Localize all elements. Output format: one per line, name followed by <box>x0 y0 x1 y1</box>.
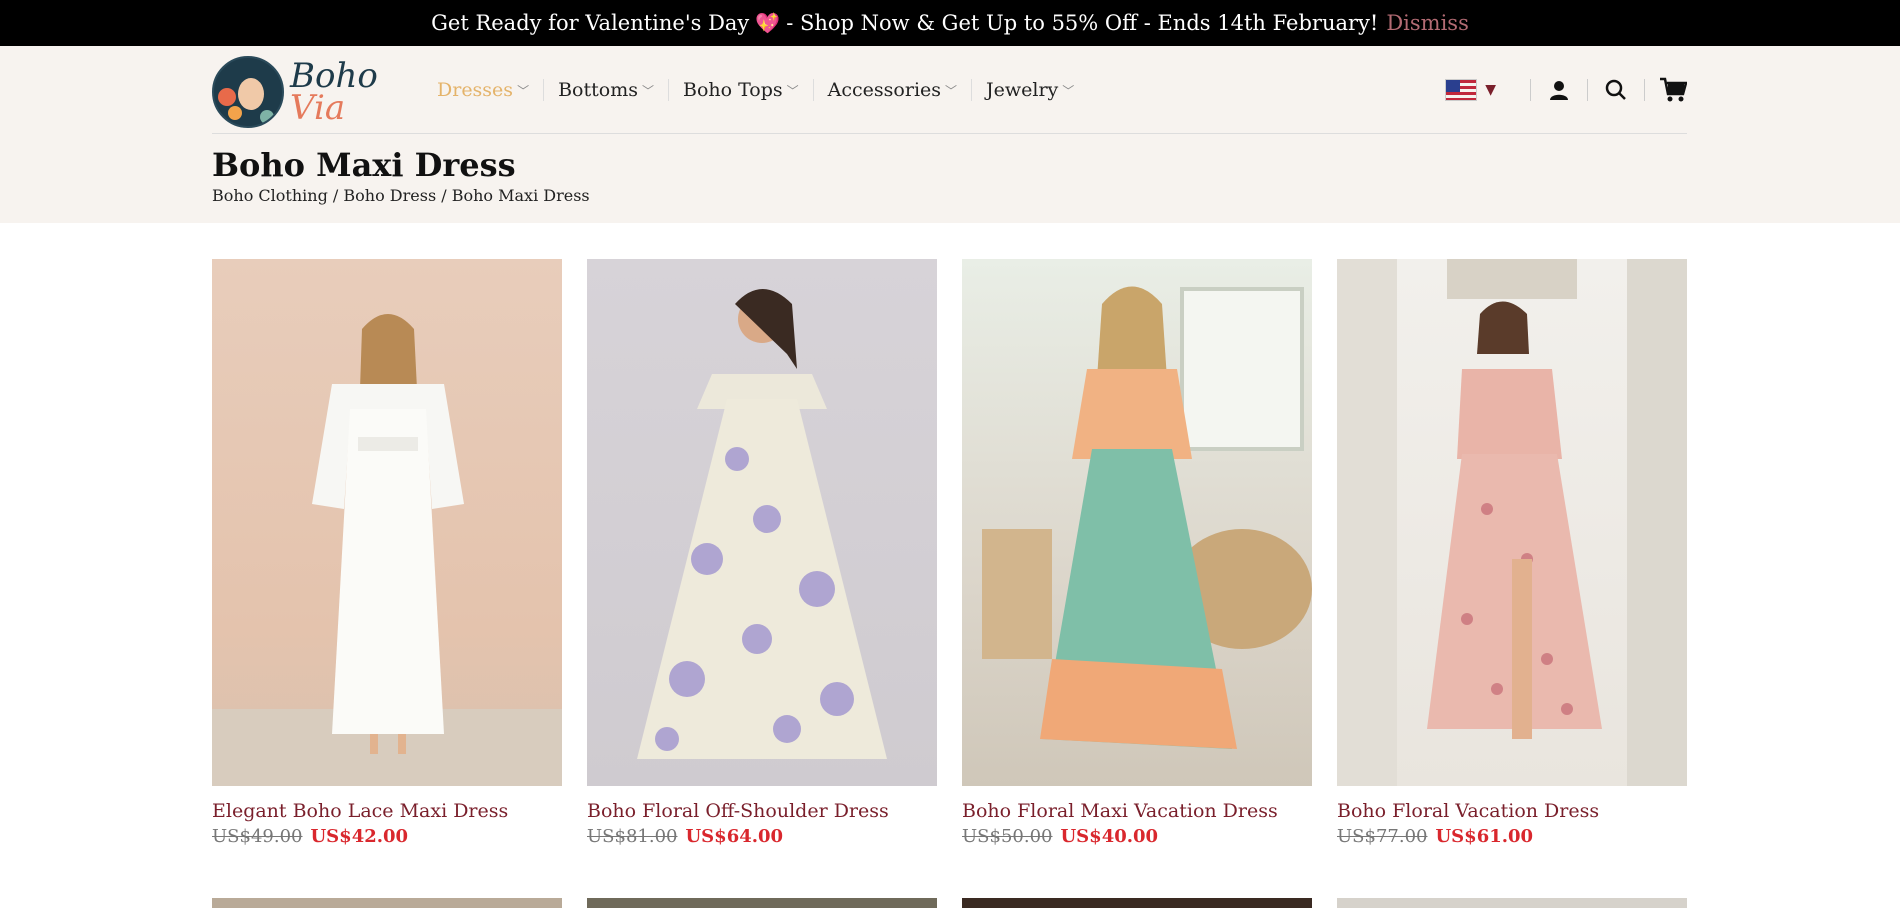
original-price: US$49.00 <box>212 826 303 847</box>
product-image[interactable] <box>1337 898 1687 908</box>
original-price: US$81.00 <box>587 826 678 847</box>
chevron-down-icon: ﹀ <box>945 83 958 98</box>
logo-text: Boho Via <box>290 59 378 128</box>
chevron-down-icon: ﹀ <box>641 83 654 98</box>
product-card[interactable]: Boho Floral Off-Shoulder Dress US$81.00 U… <box>587 259 937 847</box>
cart-icon[interactable] <box>1659 76 1687 104</box>
heart-icon: 💖 <box>755 11 781 35</box>
next-row-images <box>212 898 1687 908</box>
product-image[interactable] <box>212 898 562 908</box>
nav-label: Accessories <box>827 79 942 101</box>
header-divider <box>212 133 1687 134</box>
product-prices: US$50.00 US$40.00 <box>962 826 1312 847</box>
nav-item-accessories[interactable]: Accessories ﹀ <box>814 79 973 101</box>
divider <box>1530 79 1531 101</box>
sale-price: US$42.00 <box>310 826 409 847</box>
original-price: US$77.00 <box>1337 826 1428 847</box>
product-card[interactable]: Boho Floral Vacation Dress US$77.00 US$61… <box>1337 259 1687 847</box>
nav-item-dresses[interactable]: Dresses ﹀ <box>437 79 545 101</box>
nav-label: Dresses <box>437 79 514 101</box>
sale-price: US$64.00 <box>685 826 784 847</box>
product-card[interactable]: Elegant Boho Lace Maxi Dress US$49.00 US$… <box>212 259 562 847</box>
product-prices: US$49.00 US$42.00 <box>212 826 562 847</box>
dismiss-link[interactable]: Dismiss <box>1386 11 1469 35</box>
site-header: Boho Via Dresses ﹀ Bottoms ﹀ Boho Tops ﹀ Ac… <box>212 46 1687 134</box>
divider <box>1587 79 1588 101</box>
nav-label: Bottoms <box>558 79 638 101</box>
sale-price: US$61.00 <box>1435 826 1534 847</box>
header-actions: ▼ <box>1445 46 1687 134</box>
nav-item-jewelry[interactable]: Jewelry ﹀ <box>972 79 1088 101</box>
product-image[interactable] <box>212 259 562 786</box>
announcement-text-after: - Shop Now & Get Up to 55% Off - Ends 14… <box>786 11 1379 35</box>
breadcrumb[interactable]: Boho Clothing / Boho Dress / Boho Maxi D… <box>212 186 590 205</box>
product-image[interactable] <box>1337 259 1687 786</box>
nav-label: Boho Tops <box>682 79 783 101</box>
product-image[interactable] <box>587 898 937 908</box>
nav-item-bottoms[interactable]: Bottoms ﹀ <box>544 79 669 101</box>
divider <box>1644 79 1645 101</box>
product-name[interactable]: Elegant Boho Lace Maxi Dress <box>212 800 562 822</box>
logo[interactable]: Boho Via <box>212 54 382 130</box>
product-image[interactable] <box>962 898 1312 908</box>
search-icon[interactable] <box>1602 76 1630 104</box>
product-prices: US$77.00 US$61.00 <box>1337 826 1687 847</box>
original-price: US$50.00 <box>962 826 1053 847</box>
product-grid: Elegant Boho Lace Maxi Dress US$49.00 US$… <box>212 259 1687 847</box>
chevron-down-icon: ﹀ <box>1062 83 1075 98</box>
logo-line-2: Via <box>290 88 346 128</box>
us-flag-icon[interactable] <box>1445 79 1478 101</box>
product-image[interactable] <box>587 259 937 786</box>
chevron-down-icon: ﹀ <box>517 83 530 98</box>
product-card[interactable]: Boho Floral Maxi Vacation Dress US$50.00… <box>962 259 1312 847</box>
sale-price: US$40.00 <box>1060 826 1159 847</box>
nav-label: Jewelry <box>986 79 1059 101</box>
caret-down-icon[interactable]: ▼ <box>1485 82 1496 98</box>
nav-item-boho-tops[interactable]: Boho Tops ﹀ <box>669 79 814 101</box>
announcement-bar: Get Ready for Valentine's Day 💖 - Shop N… <box>0 0 1900 46</box>
page-title: Boho Maxi Dress <box>212 146 516 184</box>
account-icon[interactable] <box>1545 76 1573 104</box>
product-prices: US$81.00 US$64.00 <box>587 826 937 847</box>
product-image[interactable] <box>962 259 1312 786</box>
chevron-down-icon: ﹀ <box>786 83 799 98</box>
announcement-text-before: Get Ready for Valentine's Day <box>431 11 750 35</box>
product-name[interactable]: Boho Floral Maxi Vacation Dress <box>962 800 1312 822</box>
main-nav: Dresses ﹀ Bottoms ﹀ Boho Tops ﹀ Accessories… <box>437 46 1088 134</box>
product-name[interactable]: Boho Floral Off-Shoulder Dress <box>587 800 937 822</box>
logo-badge-icon <box>212 56 284 128</box>
product-name[interactable]: Boho Floral Vacation Dress <box>1337 800 1687 822</box>
